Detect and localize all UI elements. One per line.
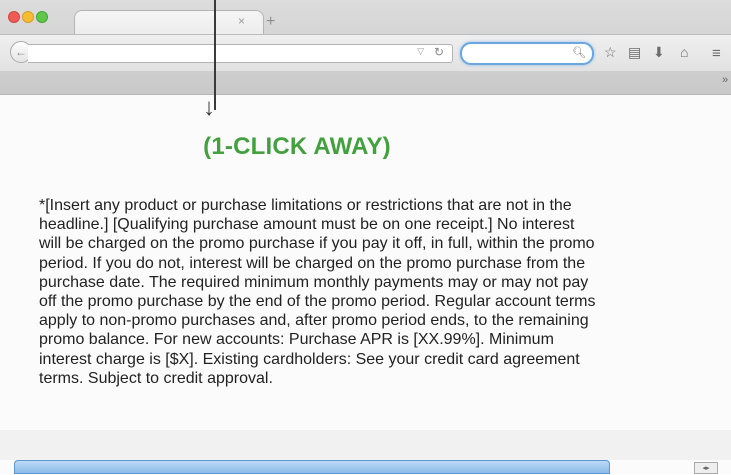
zoom-window-button[interactable] — [36, 11, 48, 23]
url-input[interactable]: ▽ ↻ — [28, 44, 453, 63]
new-tab-button[interactable]: + — [266, 14, 275, 30]
headline: (1-CLICK AWAY) — [203, 133, 391, 160]
close-window-button[interactable] — [8, 11, 20, 23]
home-icon[interactable]: ⌂ — [680, 45, 688, 59]
horizontal-scrollbar[interactable] — [14, 460, 610, 474]
disclaimer-line: purchase date. The required minimum mont… — [39, 273, 589, 291]
page-footer-band — [0, 430, 731, 460]
minimize-window-button[interactable] — [22, 11, 34, 23]
reload-icon[interactable]: ↻ — [434, 45, 444, 59]
disclaimer-line: *[Insert any product or purchase limitat… — [39, 197, 572, 214]
disclaimer-text: *[Insert any product or purchase limitat… — [39, 196, 731, 388]
navigation-bar: ← ▽ ↻ 🔍︎ ☆ ▤ ⬇ ⌂ ≡ — [0, 34, 731, 71]
scroll-arrows-icon[interactable]: ◂▸ — [694, 462, 718, 474]
chevron-down-icon[interactable]: ▽ — [417, 46, 424, 57]
chevron-right-icon[interactable]: » — [722, 74, 728, 86]
annotation-arrow-head: ↓ — [203, 94, 215, 121]
menu-icon[interactable]: ≡ — [712, 45, 721, 62]
back-arrow-icon: ← — [15, 45, 27, 59]
disclaimer-line: period. If you do not, interest will be … — [39, 254, 586, 272]
disclaimer-line: headline.] [Qualifying purchase amount m… — [39, 216, 575, 234]
search-icon[interactable]: 🔍︎ — [572, 46, 586, 59]
search-input[interactable]: 🔍︎ — [460, 42, 594, 65]
disclaimer-line: interest charge is [$X]. Existing cardho… — [39, 350, 580, 368]
disclaimer-line: promo balance. For new accounts: Purchas… — [39, 331, 554, 349]
disclaimer-line: apply to non-promo purchases and, after … — [39, 312, 589, 330]
browser-chrome: × + ← ▽ ↻ 🔍︎ ☆ ▤ ⬇ ⌂ ≡ » — [0, 0, 731, 95]
browser-tab[interactable]: × — [74, 10, 264, 35]
disclaimer-line: terms. Subject to credit approval. — [39, 369, 273, 387]
disclaimer-line: will be charged on the promo purchase if… — [39, 235, 595, 253]
disclaimer-line: off the promo purchase by the end of the… — [39, 293, 596, 311]
bookmarks-icon[interactable]: ▤ — [628, 45, 641, 59]
download-icon[interactable]: ⬇ — [653, 45, 665, 59]
close-icon[interactable]: × — [238, 14, 245, 28]
star-icon[interactable]: ☆ — [604, 45, 617, 59]
